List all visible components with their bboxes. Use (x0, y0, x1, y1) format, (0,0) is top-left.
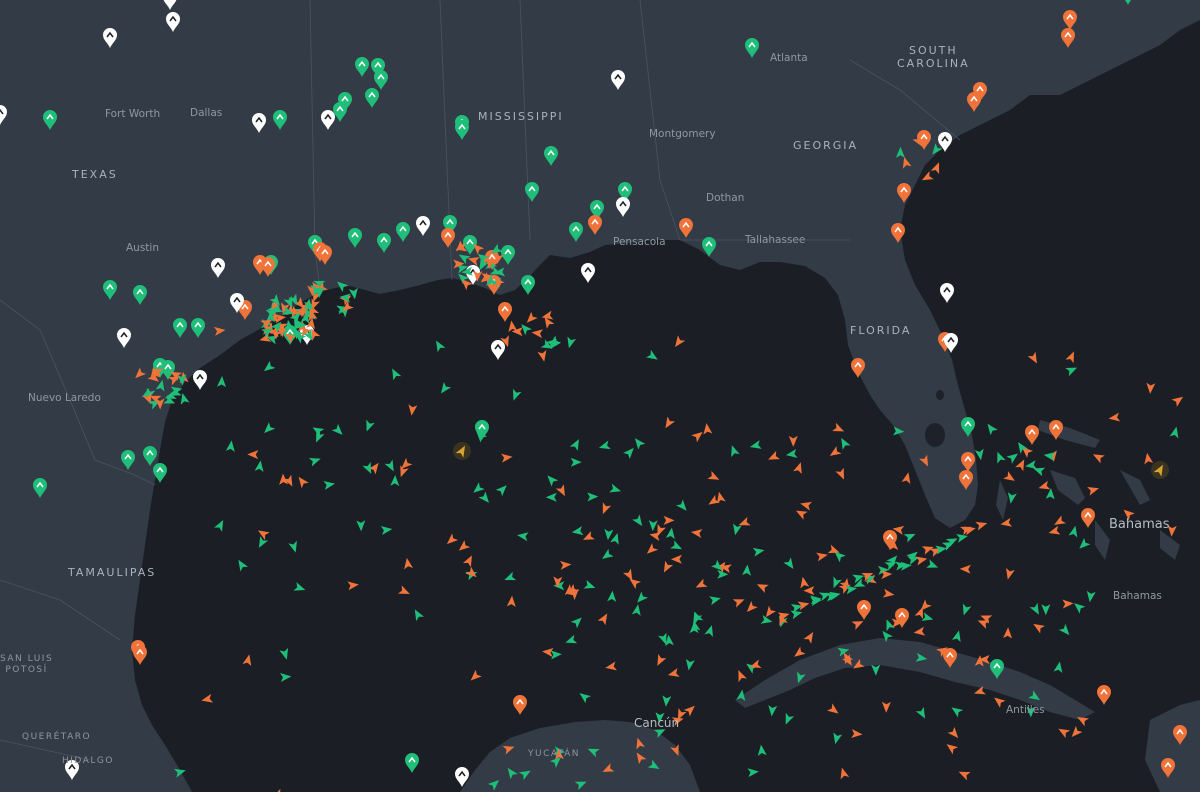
label-bahamas-country: Bahamas (1109, 517, 1170, 532)
city-nuevo-laredo: Nuevo Laredo (28, 392, 101, 404)
city-dothan: Dothan (706, 192, 745, 204)
label-florida: FLORIDA (850, 324, 912, 337)
label-antilles: Antilles (1006, 704, 1045, 716)
label-bahamas-region: Bahamas (1113, 590, 1162, 602)
city-atlanta: Atlanta (770, 52, 808, 64)
label-yucatan: YUCATÁN (528, 749, 581, 759)
label-south-carolina: SOUTH CAROLINA (897, 44, 970, 70)
city-cancun: Cancún (634, 716, 680, 730)
city-fort-worth: Fort Worth (105, 108, 161, 120)
label-hidalgo: HIDALGO (62, 756, 114, 766)
city-tallahassee: Tallahassee (745, 234, 806, 246)
label-san-luis-potosi: SAN LUIS POTOSÍ (0, 654, 54, 675)
city-dallas: Dallas (190, 107, 223, 119)
map-canvas[interactable] (0, 0, 1200, 792)
label-georgia: GEORGIA (793, 139, 859, 152)
city-pensacola: Pensacola (613, 236, 666, 248)
city-austin: Austin (126, 242, 159, 254)
label-queretaro: QUERÉTARO (22, 732, 92, 742)
label-mississippi: MISSISSIPPI (478, 110, 564, 123)
city-montgomery: Montgomery (649, 128, 716, 140)
vessel-tracking-map[interactable]: TEXAS MISSISSIPPI GEORGIA SOUTH CAROLINA… (0, 0, 1200, 792)
label-tamaulipas: TAMAULIPAS (68, 566, 157, 579)
label-texas: TEXAS (72, 168, 118, 181)
